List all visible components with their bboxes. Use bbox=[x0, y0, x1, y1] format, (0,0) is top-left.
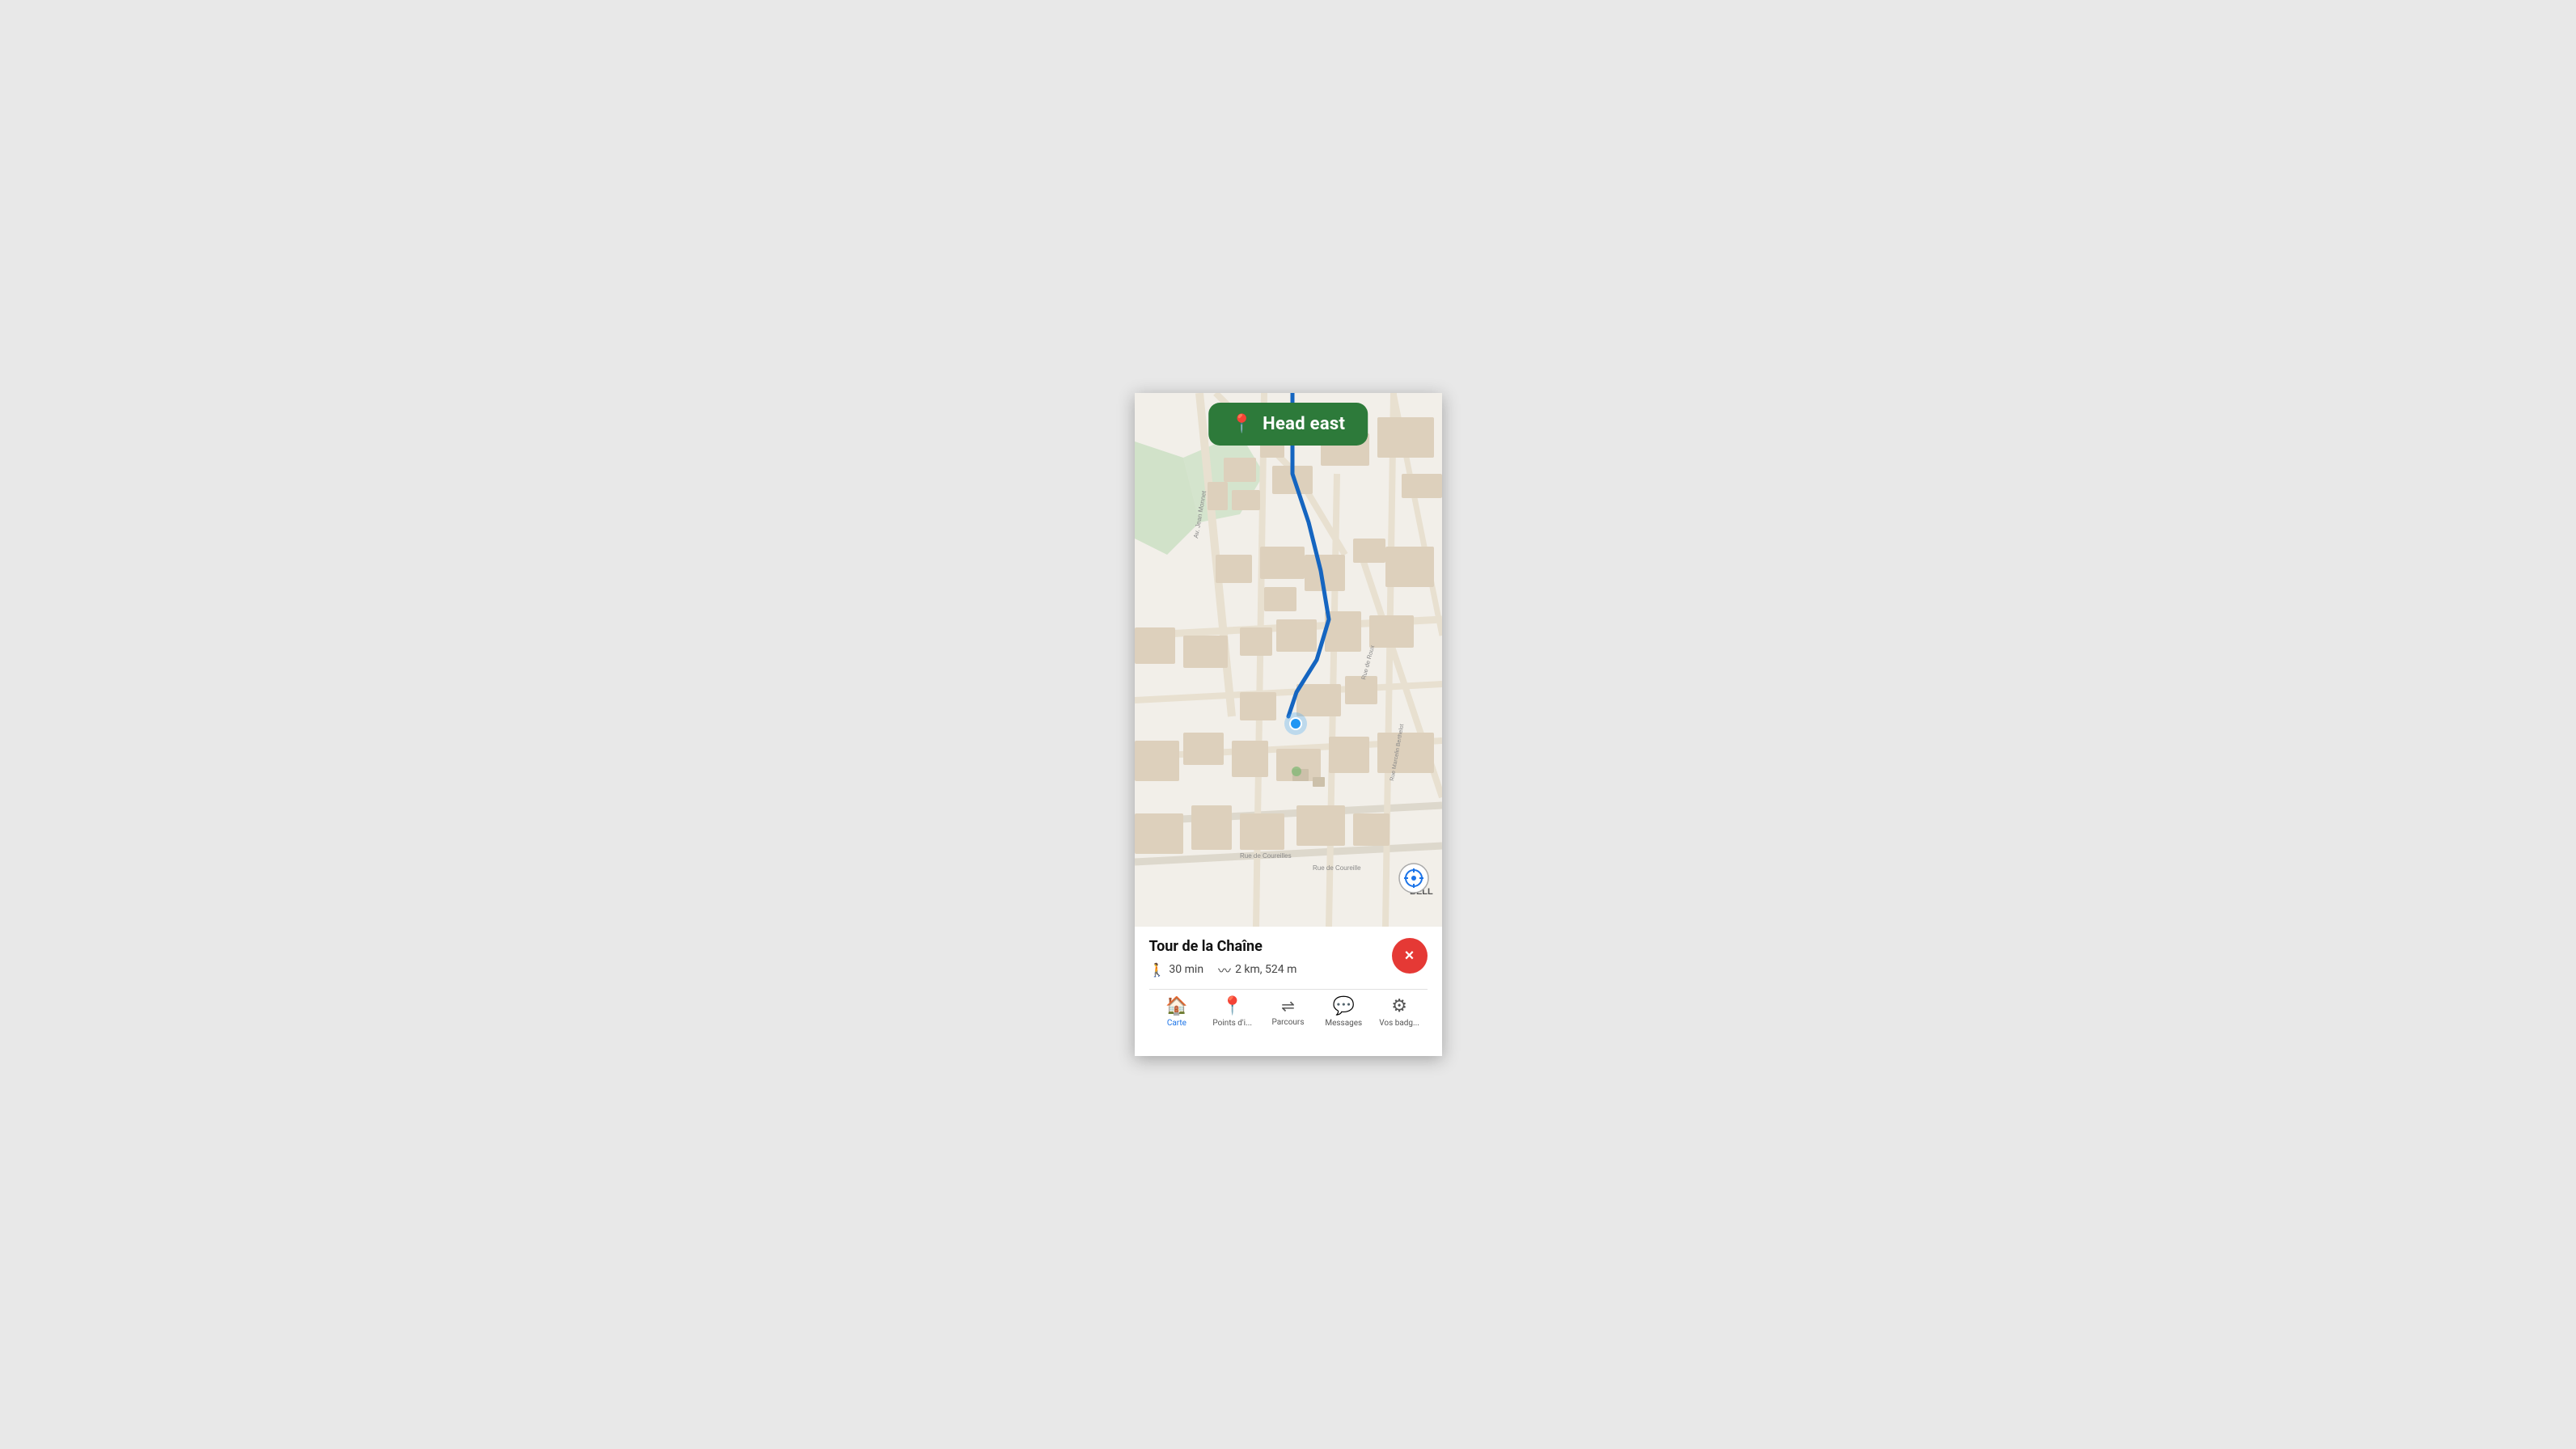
route-meta: 🚶 30 min 〰 2 km, 524 m bbox=[1149, 960, 1428, 979]
location-dot-outer bbox=[1284, 712, 1307, 735]
duration-item: 🚶 30 min bbox=[1149, 962, 1204, 978]
nav-label-points: Points d'i... bbox=[1212, 1019, 1252, 1028]
nav-label-messages: Messages bbox=[1325, 1019, 1362, 1028]
nav-item-messages[interactable]: 💬 Messages bbox=[1316, 996, 1372, 1028]
bottom-nav: 🏠 Carte 📍 Points d'i... ⇌ Parcours 💬 Mes… bbox=[1149, 989, 1428, 1046]
destination-name: Tour de la Chaîne bbox=[1149, 938, 1428, 955]
close-icon: × bbox=[1405, 947, 1415, 965]
home-icon: 🏠 bbox=[1165, 996, 1187, 1016]
nav-banner-instruction: Head east bbox=[1263, 414, 1345, 434]
nav-banner: 📍 Head east bbox=[1208, 403, 1368, 446]
distance-icon: 〰 bbox=[1218, 960, 1231, 979]
nav-item-points[interactable]: 📍 Points d'i... bbox=[1204, 996, 1260, 1028]
distance-item: 〰 2 km, 524 m bbox=[1218, 960, 1296, 979]
nav-banner-pin-icon: 📍 bbox=[1231, 414, 1253, 434]
info-panel: Tour de la Chaîne 🚶 30 min 〰 2 km, 524 m… bbox=[1135, 927, 1442, 1046]
nav-label-parcours: Parcours bbox=[1271, 1018, 1304, 1027]
nav-item-badges[interactable]: ⚙ Vos badg... bbox=[1372, 996, 1428, 1028]
nav-label-carte: Carte bbox=[1167, 1019, 1186, 1028]
map-area: Av. Jean Monnet Rue de Roux Rue Marcelin… bbox=[1135, 393, 1442, 927]
user-location-dot bbox=[1284, 712, 1307, 735]
location-dot-inner bbox=[1289, 717, 1302, 730]
nav-label-badges: Vos badg... bbox=[1379, 1019, 1419, 1028]
nav-item-carte[interactable]: 🏠 Carte bbox=[1149, 996, 1205, 1028]
messages-icon: 💬 bbox=[1333, 996, 1355, 1016]
svg-text:Rue de Coureille: Rue de Coureille bbox=[1313, 864, 1361, 872]
nav-item-parcours[interactable]: ⇌ Parcours bbox=[1260, 996, 1316, 1027]
map-svg: Av. Jean Monnet Rue de Roux Rue Marcelin… bbox=[1135, 393, 1442, 927]
svg-text:Rue de Coureilles: Rue de Coureilles bbox=[1240, 852, 1292, 860]
points-icon: 📍 bbox=[1221, 996, 1243, 1016]
walk-icon: 🚶 bbox=[1149, 962, 1165, 978]
phone-container: Av. Jean Monnet Rue de Roux Rue Marcelin… bbox=[1135, 393, 1442, 1056]
duration-value: 30 min bbox=[1169, 963, 1203, 976]
close-button[interactable]: × bbox=[1392, 938, 1428, 974]
badges-icon: ⚙ bbox=[1391, 996, 1407, 1016]
parcours-icon: ⇌ bbox=[1281, 996, 1295, 1016]
distance-value: 2 km, 524 m bbox=[1235, 963, 1296, 976]
